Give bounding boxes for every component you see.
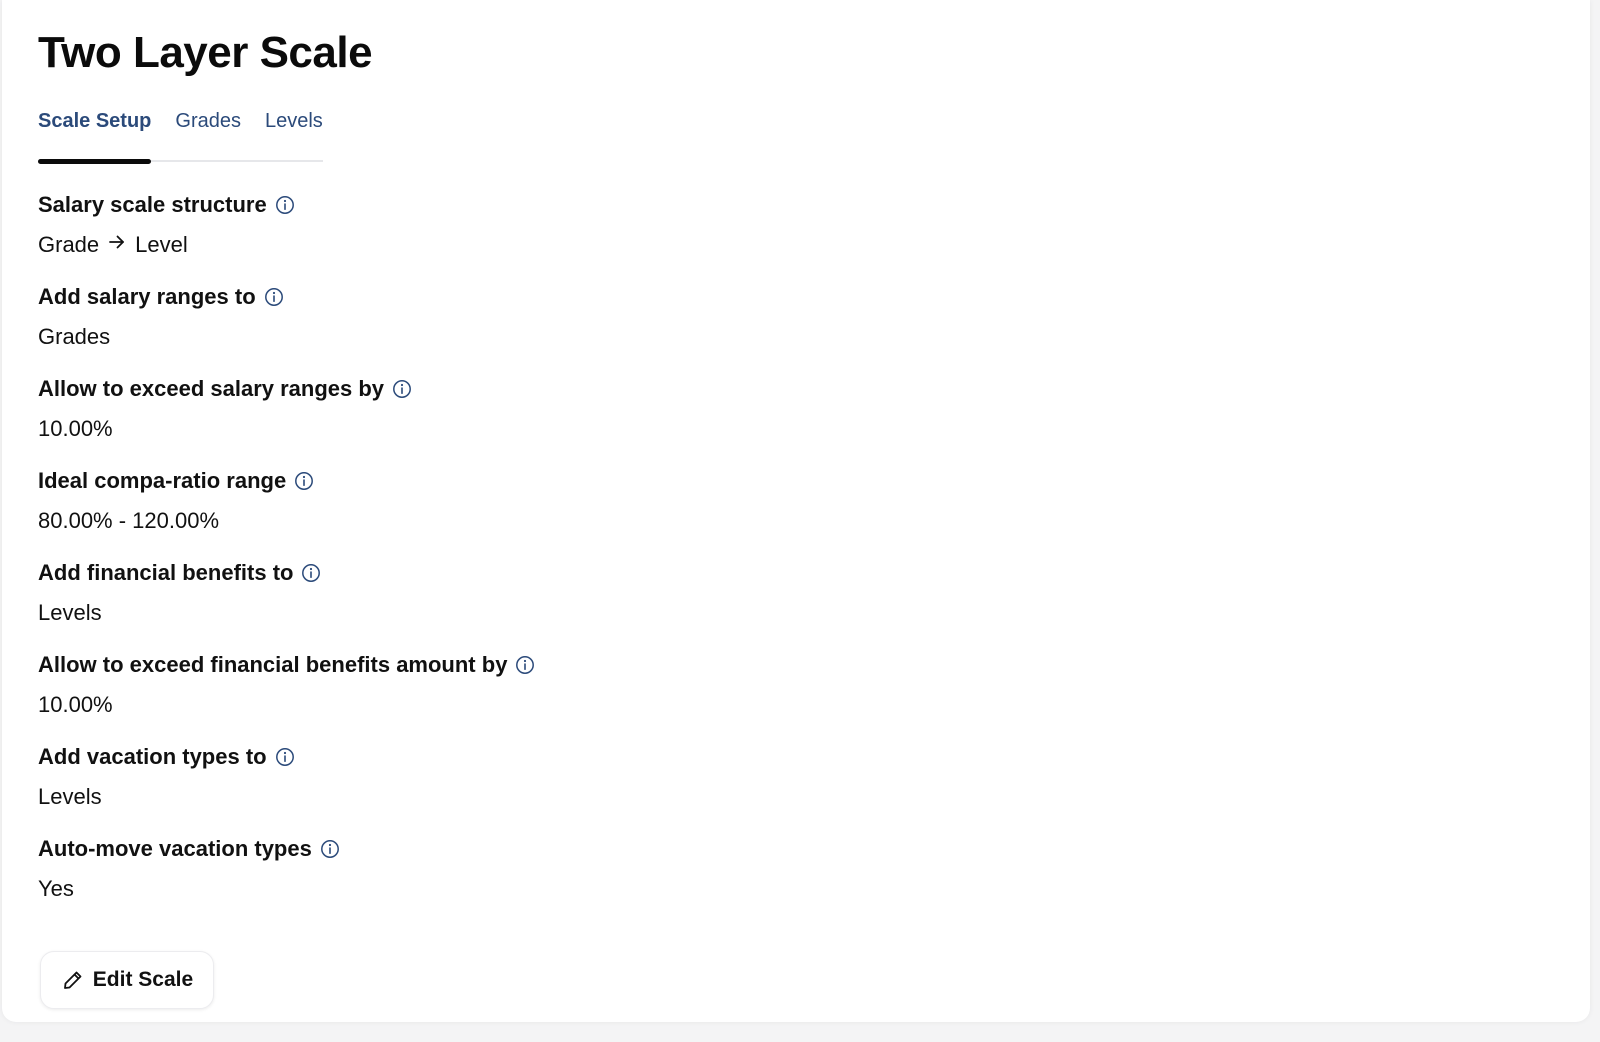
field-value-to: Level (135, 232, 188, 257)
field-salary-scale-structure: Salary scale structure Grade Level (38, 190, 535, 282)
field-auto-move-vacation-types: Auto-move vacation types Yes (38, 834, 535, 926)
field-value: 80.00% - 120.00% (38, 508, 220, 533)
info-circle-icon[interactable] (392, 379, 412, 399)
info-circle-icon[interactable] (320, 839, 340, 859)
info-circle-icon[interactable] (301, 563, 321, 583)
tab-bar: Scale Setup Grades Levels (38, 106, 323, 164)
edit-scale-label: Edit Scale (92, 968, 194, 991)
info-circle-icon[interactable] (275, 747, 295, 767)
field-label: Add vacation types to (38, 744, 267, 769)
info-circle-icon[interactable] (264, 287, 284, 307)
scale-setup-fields: Salary scale structure Grade Level Add s… (38, 190, 535, 926)
field-value: Grades (38, 324, 111, 349)
field-value-from: Grade (38, 232, 100, 257)
field-label: Auto-move vacation types (38, 836, 312, 861)
field-value: Levels (38, 600, 102, 625)
arrow-right-icon (107, 232, 127, 258)
field-add-financial-benefits-to: Add financial benefits to Levels (38, 558, 535, 650)
pencil-icon (61, 968, 85, 992)
field-label: Add financial benefits to (38, 560, 294, 585)
field-allow-exceed-salary-ranges: Allow to exceed salary ranges by 10.00% (38, 374, 535, 466)
edit-scale-button[interactable]: Edit Scale (40, 951, 214, 1009)
field-value: Yes (38, 876, 74, 901)
field-value: 10.00% (38, 416, 113, 441)
field-label: Ideal compa-ratio range (38, 468, 287, 493)
info-circle-icon[interactable] (294, 471, 314, 491)
tab-scale-setup[interactable]: Scale Setup (38, 106, 152, 164)
field-ideal-compa-ratio: Ideal compa-ratio range 80.00% - 120.00% (38, 466, 535, 558)
page-title: Two Layer Scale (38, 28, 373, 77)
tab-levels[interactable]: Levels (265, 106, 323, 162)
field-value: 10.00% (38, 692, 113, 717)
field-label: Add salary ranges to (38, 284, 256, 309)
field-label: Allow to exceed financial benefits amoun… (38, 652, 508, 677)
info-circle-icon[interactable] (515, 655, 535, 675)
field-add-salary-ranges-to: Add salary ranges to Grades (38, 282, 535, 374)
field-label: Salary scale structure (38, 192, 267, 217)
field-allow-exceed-financial-benefits: Allow to exceed financial benefits amoun… (38, 650, 535, 742)
field-add-vacation-types-to: Add vacation types to Levels (38, 742, 535, 834)
field-label: Allow to exceed salary ranges by (38, 376, 385, 401)
scale-card: Two Layer Scale Scale Setup Grades Level… (2, 0, 1590, 1022)
info-circle-icon[interactable] (275, 195, 295, 215)
field-value: Levels (38, 784, 102, 809)
tab-grades[interactable]: Grades (175, 106, 241, 162)
